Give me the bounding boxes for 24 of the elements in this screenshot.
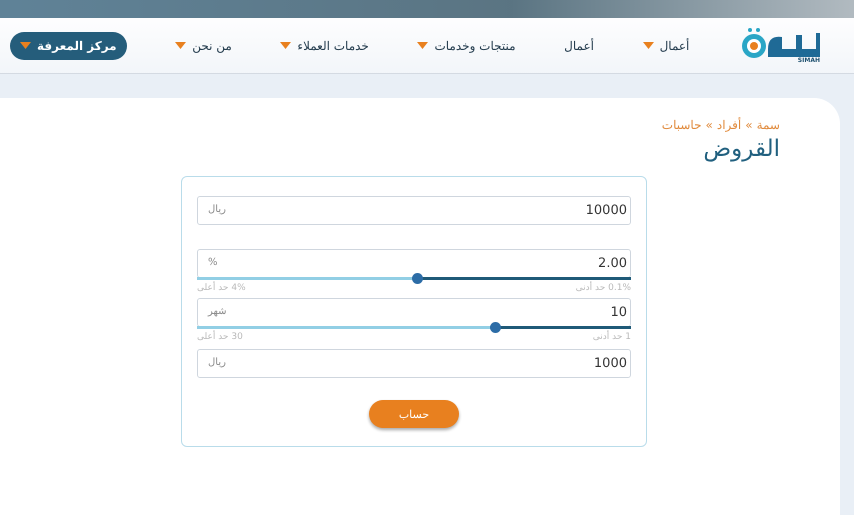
caret-icon [280, 42, 292, 49]
unit-label: شهر [208, 306, 227, 317]
caret-icon [175, 42, 186, 49]
slider-thumb[interactable] [412, 273, 424, 284]
max-label: 4% حد أعلى [197, 283, 246, 293]
min-label: 0.1% حد أدنى [576, 283, 631, 293]
nav-dropdown-link[interactable]: أعمال [642, 38, 690, 52]
min-label: 1 حد أدنى [592, 332, 631, 342]
unit-label: % [208, 257, 218, 268]
breadcrumb-separator: » [745, 118, 753, 132]
caret-icon [642, 42, 654, 49]
nav-dropdown-link[interactable]: من نحن [175, 38, 232, 52]
page-title: القروض [702, 136, 780, 162]
caret-icon [417, 42, 428, 49]
caret-icon [20, 42, 32, 49]
nav-dropdown-link[interactable]: خدمات العملاء [280, 38, 369, 52]
nav-button[interactable]: مركز المعرفة [10, 32, 127, 60]
nav-link[interactable]: أعمال [564, 38, 594, 52]
slider-thumb[interactable] [490, 322, 502, 333]
nav-dropdown-link[interactable]: منتجات وخدمات [417, 38, 516, 52]
max-label: 30 حد أعلى [197, 332, 243, 342]
unit-label: ريال [208, 357, 226, 368]
breadcrumb-separator: » [706, 118, 713, 132]
unit-label: ريال [208, 204, 226, 215]
